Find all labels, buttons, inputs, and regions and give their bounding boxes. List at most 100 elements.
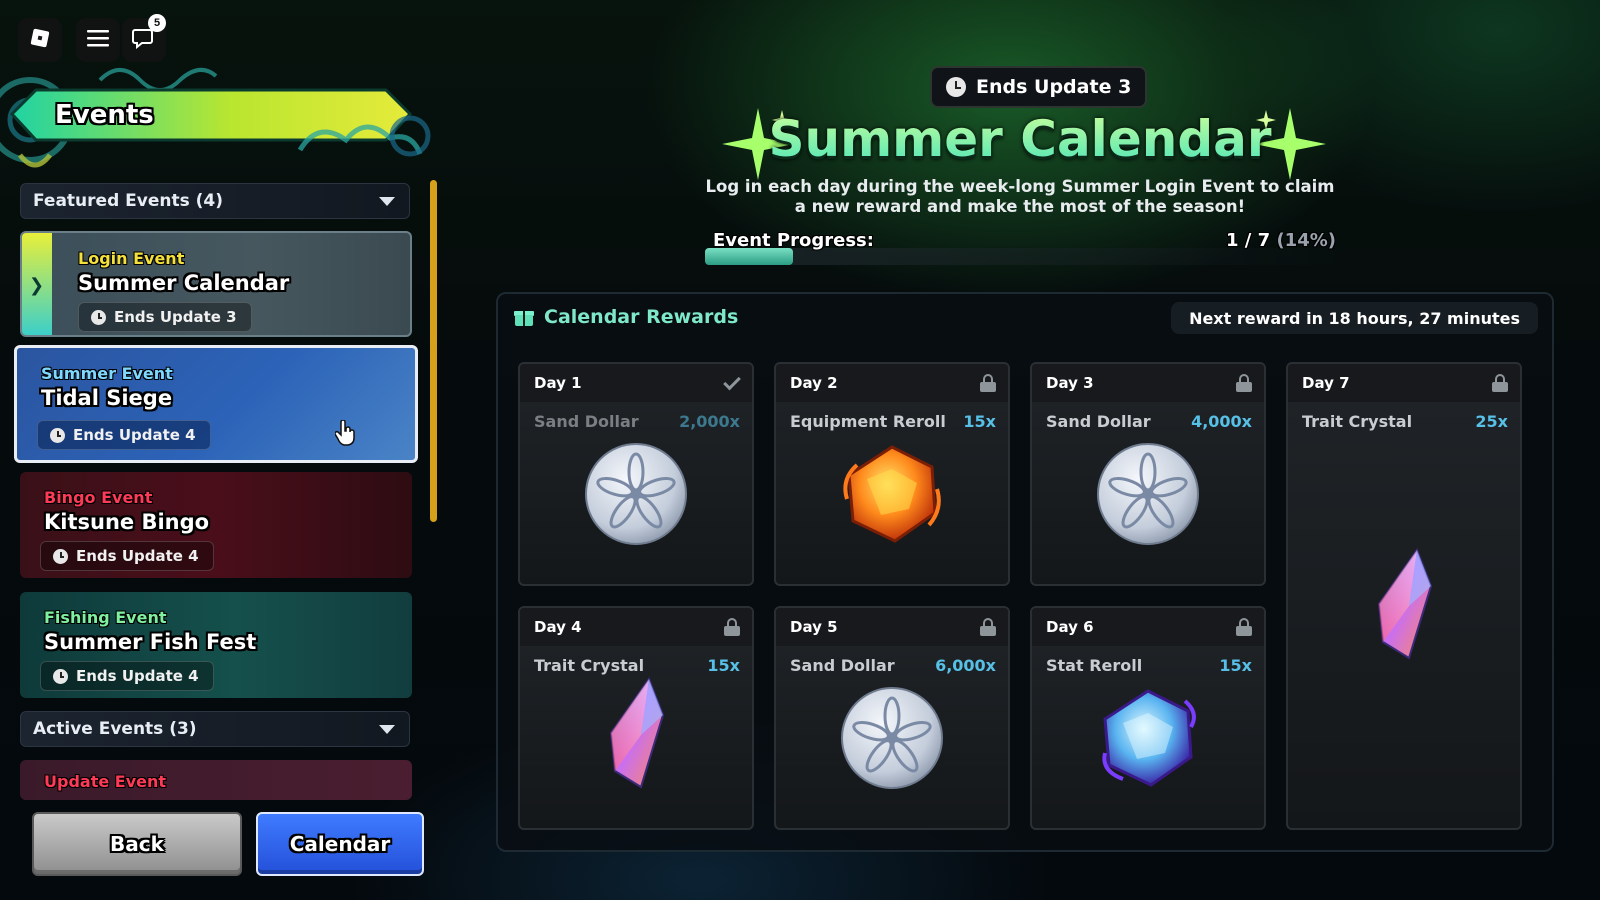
calendar-button[interactable]: Calendar bbox=[256, 812, 424, 876]
trait-crystal-icon bbox=[1369, 546, 1439, 670]
reward-item-quantity: 4,000x bbox=[1191, 412, 1252, 431]
progress-count: 1 / 7 bbox=[1226, 230, 1271, 251]
reward-day-label: Day 5 bbox=[790, 618, 838, 636]
reward-card-day-4[interactable]: Day 4 Trait Crystal 15x bbox=[518, 606, 754, 830]
event-category: Login Event bbox=[78, 249, 185, 268]
reward-day-label: Day 2 bbox=[790, 374, 838, 392]
featured-events-dropdown[interactable]: Featured Events (4) bbox=[20, 183, 410, 219]
chevron-right-icon: ❯ bbox=[29, 275, 45, 296]
event-ends-pill: Ends Update 4 bbox=[40, 541, 214, 571]
event-category: Fishing Event bbox=[44, 608, 167, 627]
active-events-label: Active Events (3) bbox=[33, 719, 197, 739]
reward-item-row: Trait Crystal 15x bbox=[520, 656, 752, 675]
reward-item-row: Equipment Reroll 15x bbox=[776, 412, 1008, 431]
chat-badge: 5 bbox=[148, 14, 166, 32]
event-card-summer-fish-fest[interactable]: Fishing Event Summer Fish Fest Ends Upda… bbox=[20, 592, 412, 698]
reward-item-row: Stat Reroll 15x bbox=[1032, 656, 1264, 675]
event-name: Summer Fish Fest bbox=[44, 630, 257, 654]
progress-percent: (14%) bbox=[1276, 230, 1336, 251]
reward-card-day-2[interactable]: Day 2 Equipment Reroll 15x bbox=[774, 362, 1010, 586]
reward-item-name: Trait Crystal bbox=[534, 656, 645, 675]
clock-icon bbox=[946, 77, 966, 97]
page-subtitle: Log in each day during the week-long Sum… bbox=[705, 177, 1335, 216]
reward-item-row: Sand Dollar 2,000x bbox=[520, 412, 752, 431]
reward-item-name: Sand Dollar bbox=[534, 412, 639, 431]
reward-day-header: Day 7 bbox=[1288, 364, 1520, 402]
reward-card-day-7[interactable]: Day 7 Trait Crystal 25x bbox=[1286, 362, 1522, 830]
event-ends-pill: Ends Update 3 bbox=[78, 302, 252, 332]
reward-day-label: Day 6 bbox=[1046, 618, 1094, 636]
checkmark-icon bbox=[723, 372, 741, 390]
event-ends-pill: Ends Update 4 bbox=[40, 661, 214, 691]
reward-item-row: Sand Dollar 6,000x bbox=[776, 656, 1008, 675]
lock-icon bbox=[724, 618, 740, 636]
reward-item-name: Sand Dollar bbox=[1046, 412, 1151, 431]
lock-icon bbox=[1492, 374, 1508, 392]
event-category: Update Event bbox=[44, 772, 167, 791]
hamburger-menu-icon bbox=[87, 29, 109, 51]
chat-button[interactable]: 5 bbox=[122, 14, 166, 62]
chevron-down-icon bbox=[379, 196, 395, 206]
stat-reroll-icon bbox=[1093, 683, 1203, 797]
event-category: Summer Event bbox=[41, 364, 173, 383]
reward-card-day-6[interactable]: Day 6 Stat Reroll 15x bbox=[1030, 606, 1266, 830]
event-ends-label: Ends Update 4 bbox=[76, 667, 199, 685]
lock-icon bbox=[980, 374, 996, 392]
clock-icon bbox=[91, 309, 106, 325]
menu-button[interactable] bbox=[76, 18, 120, 62]
reward-day-label: Day 1 bbox=[534, 374, 582, 392]
reward-item-row: Trait Crystal 25x bbox=[1288, 412, 1520, 431]
page-title: Summer Calendar bbox=[720, 110, 1320, 168]
event-category: Bingo Event bbox=[44, 488, 153, 507]
reward-item-quantity: 15x bbox=[963, 412, 996, 431]
reward-item-row: Sand Dollar 4,000x bbox=[1032, 412, 1264, 431]
event-ends-label: Ends Update 4 bbox=[73, 426, 196, 444]
event-card-summer-calendar[interactable]: ❯ Login Event Summer Calendar Ends Updat… bbox=[20, 231, 412, 337]
next-reward-timer: Next reward in 18 hours, 27 minutes bbox=[1171, 302, 1538, 334]
sand-dollar-icon bbox=[1093, 439, 1203, 553]
reward-day-header: Day 4 bbox=[520, 608, 752, 646]
roblox-menu-button[interactable] bbox=[18, 18, 62, 62]
reward-day-header: Day 2 bbox=[776, 364, 1008, 402]
reward-day-label: Day 3 bbox=[1046, 374, 1094, 392]
event-ends-pill: Ends Update 3 bbox=[930, 66, 1148, 108]
sand-dollar-icon bbox=[837, 683, 947, 797]
reward-card-day-3[interactable]: Day 3 Sand Dollar 4,000x bbox=[1030, 362, 1266, 586]
chevron-down-icon bbox=[379, 724, 395, 734]
event-name: Kitsune Bingo bbox=[44, 510, 210, 534]
gift-icon bbox=[514, 308, 534, 326]
event-ends-label: Ends Update 3 bbox=[114, 308, 237, 326]
equipment-reroll-icon bbox=[837, 439, 947, 553]
roblox-logo-icon bbox=[29, 27, 51, 53]
event-ends-label: Ends Update 3 bbox=[976, 76, 1132, 98]
lock-icon bbox=[1236, 374, 1252, 392]
lock-icon bbox=[980, 618, 996, 636]
calendar-rewards-panel: Calendar Rewards Next reward in 18 hours… bbox=[496, 292, 1554, 852]
reward-item-quantity: 15x bbox=[1219, 656, 1252, 675]
reward-item-quantity: 25x bbox=[1475, 412, 1508, 431]
event-progress-value: 1 / 7 (14%) bbox=[1200, 230, 1336, 251]
lock-icon bbox=[1236, 618, 1252, 636]
event-name: Summer Calendar bbox=[78, 271, 290, 295]
rewards-header: Calendar Rewards bbox=[514, 306, 738, 328]
reward-item-name: Sand Dollar bbox=[790, 656, 895, 675]
trait-crystal-icon bbox=[601, 675, 671, 799]
reward-item-name: Stat Reroll bbox=[1046, 656, 1143, 675]
event-progress-label: Event Progress: bbox=[713, 230, 874, 251]
clock-icon bbox=[53, 548, 68, 564]
reward-card-day-1[interactable]: Day 1 Sand Dollar 2,000x bbox=[518, 362, 754, 586]
active-events-dropdown[interactable]: Active Events (3) bbox=[20, 711, 410, 747]
cursor-pointer-icon bbox=[334, 419, 357, 450]
event-card-kitsune-bingo[interactable]: Bingo Event Kitsune Bingo Ends Update 4 bbox=[20, 472, 412, 578]
reward-day-label: Day 4 bbox=[534, 618, 582, 636]
back-button[interactable]: Back bbox=[32, 812, 242, 876]
event-card-update-event[interactable]: Update Event bbox=[20, 760, 412, 800]
sand-dollar-icon bbox=[581, 439, 691, 553]
events-title: Events bbox=[55, 100, 154, 130]
reward-day-header: Day 6 bbox=[1032, 608, 1264, 646]
event-card-tidal-siege[interactable]: Summer Event Tidal Siege Ends Update 4 bbox=[14, 345, 418, 463]
reward-item-quantity: 2,000x bbox=[679, 412, 740, 431]
sidebar-scrollbar[interactable] bbox=[430, 180, 437, 522]
reward-card-day-5[interactable]: Day 5 Sand Dollar 6,000x bbox=[774, 606, 1010, 830]
reward-day-header: Day 1 bbox=[520, 364, 752, 402]
